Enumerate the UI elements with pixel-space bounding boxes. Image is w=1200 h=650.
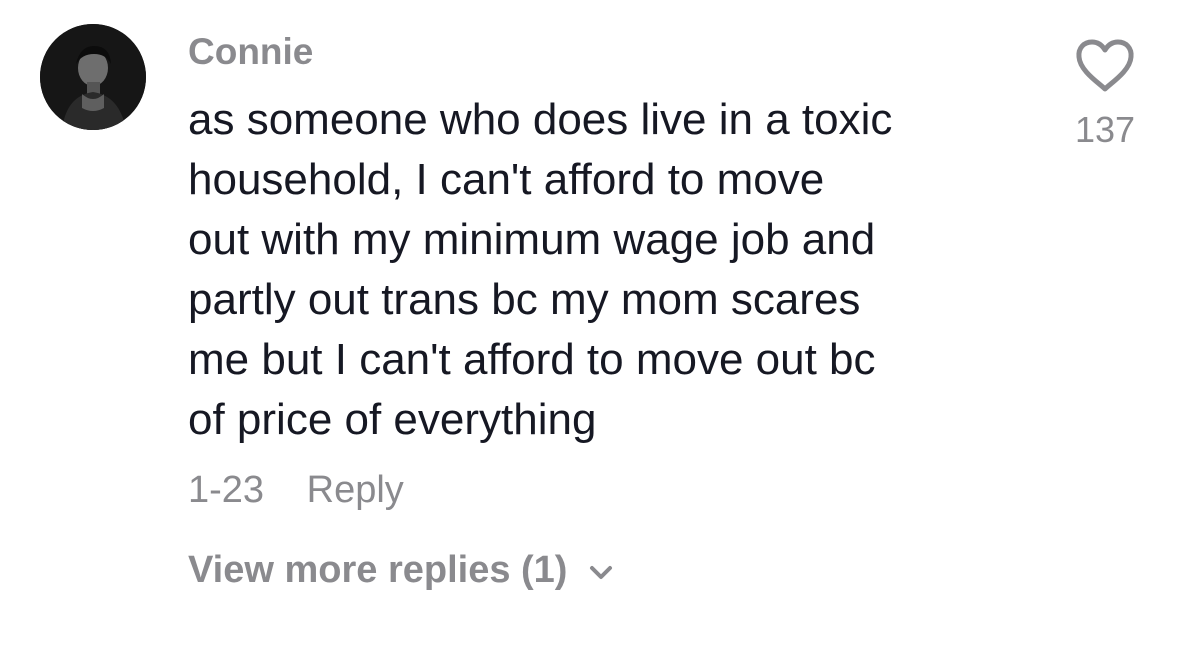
comment-text-line: household, I can't afford to move bbox=[188, 155, 825, 204]
heart-outline-icon bbox=[1076, 39, 1134, 92]
comment-meta: 1-23 Reply bbox=[188, 465, 404, 515]
chevron-down-icon bbox=[589, 544, 613, 594]
avatar[interactable] bbox=[40, 24, 146, 130]
avatar-image bbox=[40, 24, 146, 130]
comment-text-line: me but I can't afford to move out bc bbox=[188, 335, 876, 384]
comment-username[interactable]: Connie bbox=[188, 30, 313, 74]
reply-button[interactable]: Reply bbox=[307, 465, 404, 515]
like-count: 137 bbox=[1074, 109, 1136, 150]
comment-date: 1-23 bbox=[188, 469, 265, 511]
comment-text-line: as someone who does live in a toxic bbox=[188, 95, 893, 144]
comment-item: Connie as someone who does live in a tox… bbox=[0, 0, 1200, 650]
comment-text-line: of price of everything bbox=[188, 395, 597, 444]
comment-text: as someone who does live in a toxic hous… bbox=[188, 90, 1038, 450]
like-button[interactable]: 137 bbox=[1068, 38, 1142, 152]
comment-text-line: partly out trans bc my mom scares bbox=[188, 275, 861, 324]
view-more-replies-label: View more replies (1) bbox=[188, 549, 568, 591]
view-more-replies-button[interactable]: View more replies (1) bbox=[188, 545, 613, 595]
comment-text-line: out with my minimum wage job and bbox=[188, 215, 876, 264]
